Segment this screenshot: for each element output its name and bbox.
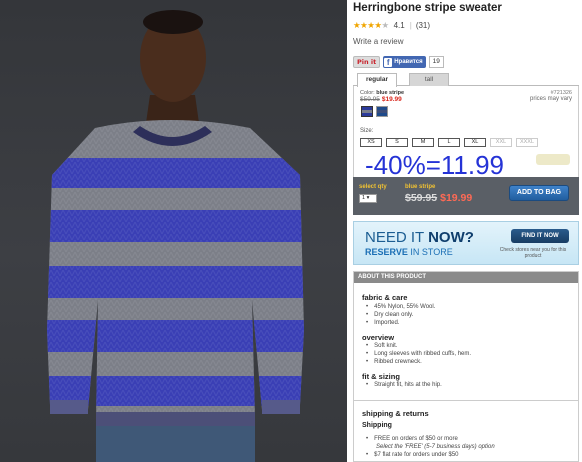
shipping-returns-heading[interactable]: shipping & returns	[362, 409, 429, 418]
promo-annotation: -40%=11.99	[365, 150, 505, 180]
swatch-navy-stripe[interactable]	[376, 106, 388, 117]
model-illustration	[47, 10, 304, 462]
quantity-select[interactable]: 1 ▾	[359, 194, 377, 203]
list-item: Select the 'FREE' (5-7 business days) op…	[376, 444, 495, 450]
facebook-icon: f	[384, 57, 393, 67]
list-item: Ribbed crewneck.	[366, 359, 422, 365]
shipping-subheading: Shipping	[362, 422, 392, 429]
facebook-like-count: 19	[428, 56, 444, 68]
tab-tall[interactable]: tall	[409, 73, 449, 86]
size-s[interactable]: S	[386, 138, 408, 147]
size-selector: XS S M L XL XXL XXXL	[360, 138, 538, 147]
facebook-like-button[interactable]: f Нравится	[383, 56, 426, 68]
fit-tabs: regular tall	[353, 73, 579, 87]
review-count-link[interactable]: (31)	[416, 21, 430, 30]
tab-regular[interactable]: regular	[357, 73, 397, 87]
list-item: $7 flat rate for orders under $50	[366, 452, 458, 458]
write-review-link[interactable]: Write a review	[353, 37, 404, 46]
size-label: Size:	[360, 128, 374, 134]
size-xxxl[interactable]: XXXL	[516, 138, 538, 147]
rating-value: 4.1	[393, 20, 405, 30]
price-note: prices may vary	[529, 96, 572, 102]
add-to-bag-button[interactable]: ADD TO BAG	[509, 185, 569, 201]
reserve-in-store-text: RESERVE IN STORE	[365, 247, 453, 257]
product-title: Herringbone stripe sweater	[353, 2, 502, 14]
list-item: Soft knit.	[366, 343, 397, 349]
size-xl[interactable]: XL	[464, 138, 486, 147]
pinterest-button[interactable]: Pin it	[353, 56, 381, 68]
about-header: ABOUT THIS PRODUCT	[354, 272, 578, 283]
list-item: Long sleeves with ribbed cuffs, hem.	[366, 351, 471, 357]
selected-color: blue stripe	[405, 184, 436, 190]
social-buttons: Pin it f Нравится 19	[353, 56, 444, 68]
size-xxl[interactable]: XXL	[490, 138, 512, 147]
list-item: FREE on orders of $50 or more	[366, 436, 458, 442]
rating-row[interactable]: ★★★★★ 4.1 | (31)	[353, 19, 430, 31]
facebook-like-label: Нравится	[394, 59, 423, 65]
hidden-button	[536, 154, 570, 165]
need-it-now-heading: NEED IT NOW?	[365, 229, 474, 246]
store-check-note: Check stores near you for this product	[499, 247, 567, 259]
list-item: Dry clean only.	[366, 312, 413, 318]
size-l[interactable]: L	[438, 138, 460, 147]
about-product-section: ABOUT THIS PRODUCT fabric & care 45% Nyl…	[353, 271, 579, 462]
section-divider	[354, 400, 578, 401]
list-item: 45% Nylon, 55% Wool.	[366, 304, 435, 310]
store-banner[interactable]: NEED IT NOW? RESERVE IN STORE FIND IT NO…	[353, 221, 579, 265]
size-xs[interactable]: XS	[360, 138, 382, 147]
quantity-label: select qty	[359, 184, 387, 190]
divider: |	[409, 20, 412, 30]
find-it-now-button[interactable]: FIND IT NOW	[511, 229, 569, 243]
product-panel: Herringbone stripe sweater ★★★★★ 4.1 | (…	[353, 0, 579, 462]
product-image[interactable]	[0, 0, 347, 462]
list-item: Imported.	[366, 320, 399, 326]
add-to-bag-bar: select qty 1 ▾ blue stripe $59.95 $19.99 …	[353, 177, 579, 215]
overview-heading: overview	[362, 333, 395, 342]
option-price: $59.95 $19.99	[360, 96, 402, 103]
fabric-care-heading: fabric & care	[362, 293, 408, 302]
bag-price: $59.95 $19.99	[405, 192, 473, 204]
size-m[interactable]: M	[412, 138, 434, 147]
list-item: Straight fit, hits at the hip.	[366, 382, 442, 388]
fit-sizing-heading: fit & sizing	[362, 372, 400, 381]
star-rating-icon: ★★★★★	[353, 19, 389, 30]
swatch-blue-stripe[interactable]	[361, 106, 373, 117]
